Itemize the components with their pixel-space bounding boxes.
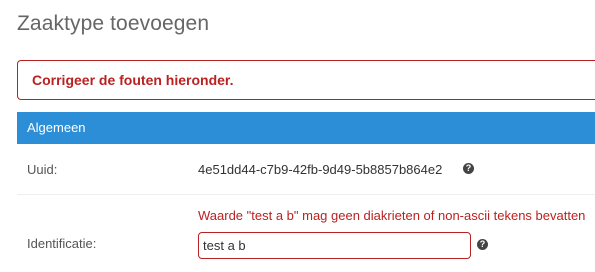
uuid-label: Uuid: xyxy=(27,162,58,177)
page-title: Zaaktype toevoegen xyxy=(17,12,210,35)
question-circle-icon[interactable]: ? xyxy=(477,239,488,250)
uuid-value: 4e51dd44-c7b9-42fb-9d49-5b8857b864e2 xyxy=(198,162,443,177)
identificatie-input[interactable] xyxy=(198,232,471,259)
error-note: Corrigeer de fouten hieronder. xyxy=(17,60,595,100)
fieldset-header-algemeen: Algemeen xyxy=(17,112,595,144)
identificatie-error-message: Waarde "test a b" mag geen diakrieten of… xyxy=(198,208,586,223)
question-circle-icon[interactable]: ? xyxy=(463,163,474,174)
form-row-uuid: Uuid: 4e51dd44-c7b9-42fb-9d49-5b8857b864… xyxy=(17,144,595,195)
form-row-identificatie: Waarde "test a b" mag geen diakrieten of… xyxy=(17,195,595,272)
identificatie-label: Identificatie: xyxy=(27,236,97,251)
admin-page: Zaaktype toevoegen Corrigeer de fouten h… xyxy=(0,0,595,272)
